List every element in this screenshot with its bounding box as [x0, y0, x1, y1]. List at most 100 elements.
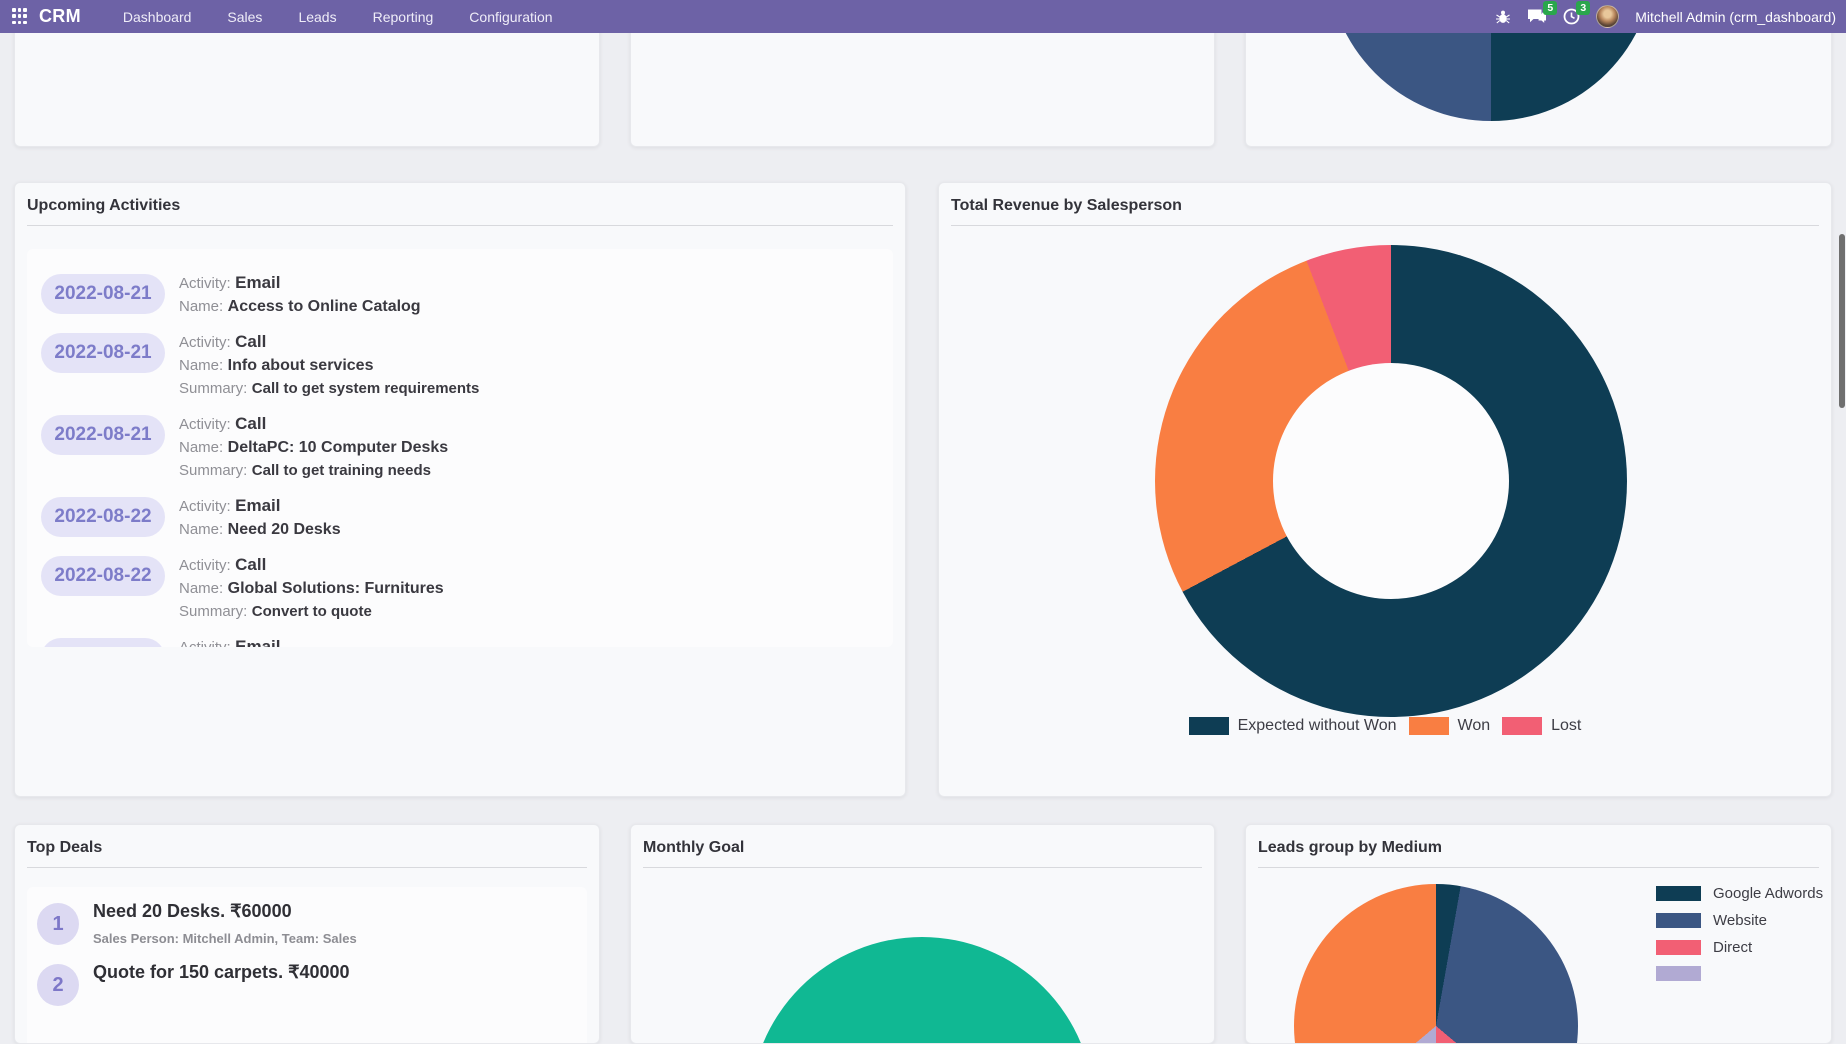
divider	[951, 225, 1819, 226]
activity-name: Global Solutions: Furnitures	[227, 580, 444, 597]
activity-summary: Convert to quote	[251, 603, 372, 620]
activity-label: Activity:	[179, 498, 231, 515]
deal-list-item[interactable]: 2 Quote for 150 carpets. ₹40000	[37, 960, 587, 1006]
legend-item-website[interactable]: Website	[1656, 912, 1823, 929]
summary-label: Summary:	[179, 603, 248, 620]
deal-title: Quote for 150 carpets. ₹40000	[93, 962, 350, 982]
activities-count-badge: 3	[1576, 1, 1591, 15]
activity-label: Activity:	[179, 334, 231, 351]
menu-reporting[interactable]: Reporting	[359, 2, 448, 32]
divider	[1258, 867, 1819, 868]
menu-configuration[interactable]: Configuration	[455, 2, 566, 32]
divider	[27, 225, 893, 226]
goal-gauge-chart[interactable]	[750, 937, 1094, 1043]
upcoming-activities-title: Upcoming Activities	[27, 197, 181, 214]
activity-list-item[interactable]: 2022-08-22 Activity: Email Name: Need 20…	[41, 494, 893, 541]
deal-rank-badge: 1	[37, 903, 79, 945]
activity-list-item[interactable]: 2022-08-22 Activity: Email	[41, 635, 893, 647]
legend-swatch-pink	[1502, 717, 1543, 735]
top-navbar: CRM Dashboard Sales Leads Reporting Conf…	[0, 0, 1846, 33]
menu-leads[interactable]: Leads	[284, 2, 350, 32]
top-deals-title: Top Deals	[27, 839, 103, 856]
deal-subtitle: Sales Person: Mitchell Admin, Team: Sale…	[93, 931, 357, 946]
revenue-legend: Expected without Won Won Lost	[939, 717, 1831, 735]
summary-label: Summary:	[179, 462, 248, 479]
total-revenue-title: Total Revenue by Salesperson	[951, 197, 1182, 214]
upcoming-activities-card: Upcoming Activities 2022-08-21 Activity:…	[14, 182, 906, 797]
leads-medium-legend: Google Adwords Website Direct	[1656, 885, 1823, 981]
activity-name: Info about services	[227, 357, 374, 374]
top-deals-card: Top Deals 1 Need 20 Desks. ₹60000 Sales …	[14, 824, 600, 1044]
activity-name: DeltaPC: 10 Computer Desks	[227, 439, 449, 456]
donut-hole	[1273, 363, 1509, 599]
activity-type: Call	[235, 332, 267, 351]
activity-label: Activity:	[179, 275, 231, 292]
legend-item-cutoff[interactable]	[1656, 966, 1823, 981]
revenue-donut-chart[interactable]	[1155, 245, 1627, 717]
activity-label: Activity:	[179, 416, 231, 433]
activity-list-item[interactable]: 2022-08-22 Activity: Call Name: Global S…	[41, 553, 893, 623]
divider	[27, 867, 587, 868]
deal-rank-badge: 2	[37, 964, 79, 1006]
name-label: Name:	[179, 357, 224, 374]
monthly-goal-card: Monthly Goal	[630, 824, 1215, 1044]
activities-list: 2022-08-21 Activity: Email Name: Access …	[27, 249, 893, 647]
legend-swatch-blue	[1656, 913, 1701, 928]
activity-date-pill: 2022-08-22	[41, 556, 165, 596]
main-menu: Dashboard Sales Leads Reporting Configur…	[109, 2, 567, 32]
activity-summary: Call to get system requirements	[251, 380, 480, 397]
user-menu[interactable]: Mitchell Admin (crm_dashboard)	[1635, 9, 1836, 25]
activity-date-pill: 2022-08-21	[41, 274, 165, 314]
legend-swatch-purple	[1656, 966, 1701, 981]
activities-clock-icon[interactable]: 3	[1563, 1, 1591, 25]
activity-summary: Call to get training needs	[251, 462, 431, 479]
activity-type: Email	[235, 496, 281, 515]
summary-label: Summary:	[179, 380, 248, 397]
monthly-goal-title: Monthly Goal	[643, 839, 745, 856]
activity-list-item[interactable]: 2022-08-21 Activity: Call Name: Info abo…	[41, 330, 893, 400]
legend-item-won[interactable]: Won	[1408, 717, 1490, 735]
divider	[643, 867, 1202, 868]
deal-list-item[interactable]: 1 Need 20 Desks. ₹60000 Sales Person: Mi…	[37, 899, 587, 946]
debug-bug-icon[interactable]	[1495, 9, 1511, 25]
activity-list-item[interactable]: 2022-08-21 Activity: Email Name: Access …	[41, 271, 893, 318]
leads-medium-title: Leads group by Medium	[1258, 839, 1443, 856]
legend-item-google-adwords[interactable]: Google Adwords	[1656, 885, 1823, 902]
name-label: Name:	[179, 580, 224, 597]
activity-date-pill: 2022-08-22	[41, 638, 165, 647]
activity-date-pill: 2022-08-21	[41, 415, 165, 455]
total-revenue-card: Total Revenue by Salesperson Expected wi…	[938, 182, 1832, 797]
legend-swatch-orange	[1408, 717, 1449, 735]
menu-dashboard[interactable]: Dashboard	[109, 2, 206, 32]
activity-type: Call	[235, 555, 267, 574]
legend-swatch-teal	[1656, 886, 1701, 901]
activity-date-pill: 2022-08-21	[41, 333, 165, 373]
activity-type: Email	[235, 637, 281, 647]
activity-label: Activity:	[179, 639, 231, 647]
messages-count-badge: 5	[1543, 1, 1558, 15]
legend-item-lost[interactable]: Lost	[1502, 717, 1581, 735]
vertical-scrollbar-thumb[interactable]	[1839, 234, 1845, 408]
menu-sales[interactable]: Sales	[213, 2, 276, 32]
activity-name: Need 20 Desks	[227, 521, 341, 538]
activity-type: Email	[235, 273, 281, 292]
activity-label: Activity:	[179, 557, 231, 574]
name-label: Name:	[179, 521, 224, 538]
legend-swatch-teal	[1188, 717, 1229, 735]
activity-date-pill: 2022-08-22	[41, 497, 165, 537]
activity-type: Call	[235, 414, 267, 433]
legend-item-expected[interactable]: Expected without Won	[1188, 717, 1397, 735]
legend-swatch-pink	[1656, 940, 1701, 955]
name-label: Name:	[179, 298, 224, 315]
leads-medium-card: Leads group by Medium Google Adwords Web…	[1245, 824, 1832, 1044]
user-avatar[interactable]	[1596, 5, 1620, 28]
apps-grid-icon[interactable]	[12, 8, 29, 25]
messages-icon[interactable]: 5	[1527, 1, 1558, 25]
leads-medium-pie-chart[interactable]	[1294, 884, 1578, 1043]
name-label: Name:	[179, 439, 224, 456]
legend-item-direct[interactable]: Direct	[1656, 939, 1823, 956]
activity-name: Access to Online Catalog	[227, 298, 421, 315]
deal-title: Need 20 Desks. ₹60000	[93, 901, 292, 921]
app-name[interactable]: CRM	[39, 6, 81, 27]
activity-list-item[interactable]: 2022-08-21 Activity: Call Name: DeltaPC:…	[41, 412, 893, 482]
